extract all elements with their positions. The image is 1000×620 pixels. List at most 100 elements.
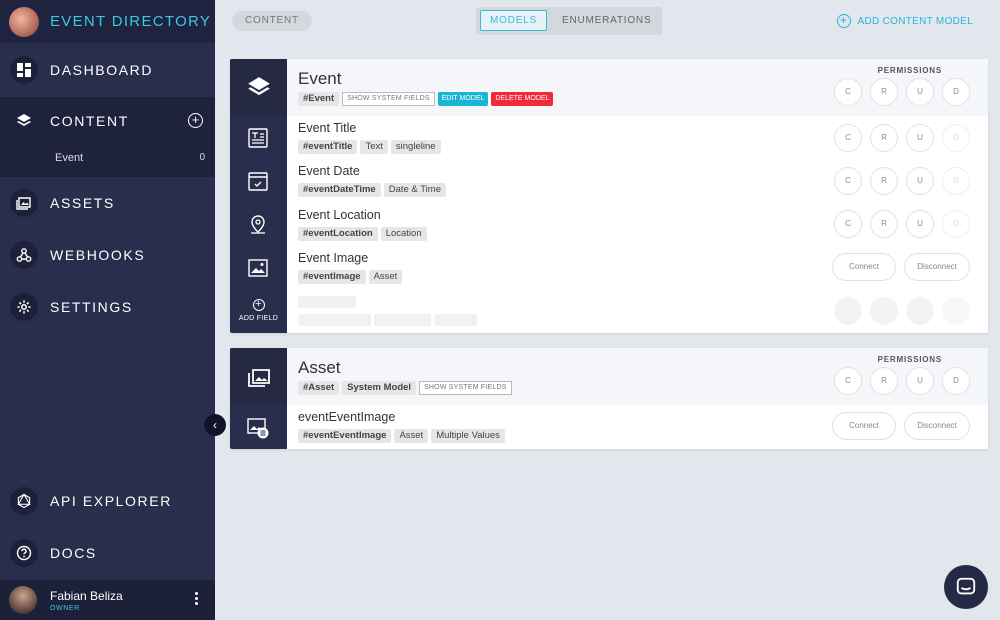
permission-create-toggle[interactable]: C: [834, 124, 862, 152]
permission-create-toggle[interactable]: C: [834, 210, 862, 238]
field-row[interactable]: eventEventImage #eventEventImage Asset M…: [287, 405, 988, 448]
avatar: [9, 586, 37, 614]
sidebar-item-settings[interactable]: SETTINGS: [0, 281, 215, 333]
field-row[interactable]: Event Image #eventImage Asset Connect Di…: [287, 246, 988, 289]
permissions-label: PERMISSIONS: [877, 66, 942, 75]
content-pill-button[interactable]: CONTENT: [232, 11, 312, 31]
field-placeholder-row: [287, 290, 988, 333]
model-title: Asset: [298, 358, 341, 377]
sidebar-item-api-explorer[interactable]: API EXPLORER: [0, 475, 215, 527]
placeholder-bar: [434, 314, 477, 326]
permission-read-toggle[interactable]: R: [870, 210, 898, 238]
sidebar-item-dashboard[interactable]: DASHBOARD: [0, 44, 215, 96]
model-tags: #Event SHOW SYSTEM FIELDS EDIT MODEL DEL…: [298, 92, 554, 106]
field-permissions: C R U D: [834, 210, 970, 238]
field-api-id: #eventLocation: [298, 227, 378, 241]
relation-actions: Connect Disconnect: [832, 253, 970, 281]
disconnect-button[interactable]: Disconnect: [904, 253, 970, 281]
model-header: Event #Event SHOW SYSTEM FIELDS EDIT MOD…: [287, 59, 988, 116]
model-card-asset: Asset #Asset System Model SHOW SYSTEM FI…: [230, 348, 988, 449]
view-switcher: MODELS ENUMERATIONS: [476, 7, 662, 35]
model-tags: #Asset System Model SHOW SYSTEM FIELDS: [298, 381, 512, 395]
plus-circle-icon: +: [836, 14, 851, 28]
permission-update-toggle[interactable]: U: [906, 210, 934, 238]
location-pin-icon: [247, 214, 269, 236]
layers-icon: [10, 107, 38, 135]
field-tags: #eventDateTime Date & Time: [298, 183, 446, 197]
field-api-id: #eventEventImage: [298, 429, 392, 443]
image-icon: [10, 189, 38, 217]
show-system-fields-button[interactable]: SHOW SYSTEM FIELDS: [419, 381, 512, 395]
user-role: OWNER: [50, 604, 80, 612]
add-field-button[interactable]: + ADD FIELD: [230, 299, 287, 323]
permission-create-toggle[interactable]: C: [834, 167, 862, 195]
more-vertical-icon[interactable]: [195, 592, 199, 607]
field-type-tag: singleline: [390, 140, 441, 154]
placeholder-bar: [298, 296, 356, 308]
field-permissions: C R U D: [834, 167, 970, 195]
field-api-id: #eventDateTime: [298, 183, 381, 197]
sidebar-item-webhooks[interactable]: WEBHOOKS: [0, 229, 215, 281]
help-icon: [10, 539, 38, 567]
field-row[interactable]: Event Location #eventLocation Location C…: [287, 203, 988, 246]
connect-button[interactable]: Connect: [832, 253, 896, 281]
sidebar-item-label: WEBHOOKS: [50, 247, 146, 263]
disconnect-button[interactable]: Disconnect: [904, 412, 970, 440]
add-content-model-label: ADD CONTENT MODEL: [857, 15, 973, 27]
top-bar: CONTENT MODELS ENUMERATIONS + ADD CONTEN…: [215, 0, 1000, 43]
permission-read-toggle[interactable]: R: [870, 124, 898, 152]
tab-models[interactable]: MODELS: [480, 10, 547, 31]
permission-update-toggle[interactable]: U: [906, 167, 934, 195]
user-profile[interactable]: Fabian Beliza OWNER: [0, 580, 215, 620]
model-api-id: #Asset: [298, 381, 340, 395]
permission-update-toggle[interactable]: U: [906, 124, 934, 152]
permission-update-toggle[interactable]: U: [906, 78, 934, 106]
sidebar-item-assets[interactable]: ASSETS: [0, 177, 215, 229]
calendar-icon: [247, 170, 269, 192]
add-field-label: ADD FIELD: [238, 315, 279, 322]
placeholder-bar: [374, 314, 431, 326]
delete-model-button[interactable]: DELETE MODEL: [491, 92, 554, 106]
permission-delete-toggle[interactable]: D: [942, 167, 970, 195]
gear-icon: [10, 293, 38, 321]
model-header: Asset #Asset System Model SHOW SYSTEM FI…: [287, 348, 988, 405]
sidebar-item-label: SETTINGS: [50, 299, 133, 315]
permission-create-toggle[interactable]: C: [834, 367, 862, 395]
field-row[interactable]: Event Title #eventTitle Text singleline …: [287, 116, 988, 159]
sidebar-item-label: ASSETS: [50, 195, 115, 211]
connect-button[interactable]: Connect: [832, 412, 896, 440]
field-type-tag: Date & Time: [383, 183, 446, 197]
sidebar-subitem-event[interactable]: Event: [55, 152, 83, 164]
sidebar-item-docs[interactable]: DOCS: [0, 527, 215, 579]
sidebar-item-label: CONTENT: [50, 113, 129, 129]
show-system-fields-button[interactable]: SHOW SYSTEM FIELDS: [342, 92, 435, 106]
permission-delete-toggle[interactable]: D: [942, 124, 970, 152]
add-content-model-button[interactable]: + ADD CONTENT MODEL: [836, 14, 973, 28]
sidebar-item-content[interactable]: CONTENT +: [0, 97, 215, 145]
field-type-tag: Asset: [394, 429, 429, 443]
permission-delete-toggle[interactable]: D: [942, 367, 970, 395]
permission-update-toggle[interactable]: U: [906, 367, 934, 395]
permission-read-toggle[interactable]: R: [870, 367, 898, 395]
sidebar-item-label: API EXPLORER: [50, 493, 172, 509]
permission-read-toggle[interactable]: R: [870, 78, 898, 106]
placeholder-permissions: [834, 297, 970, 325]
edit-model-button[interactable]: EDIT MODEL: [437, 92, 489, 106]
collapse-sidebar-button[interactable]: ‹: [204, 414, 226, 436]
permission-delete-toggle[interactable]: D: [942, 78, 970, 106]
tab-enumerations[interactable]: ENUMERATIONS: [562, 10, 651, 31]
placeholder-circle: [870, 297, 898, 325]
image-icon: [230, 348, 287, 405]
permission-delete-toggle[interactable]: D: [942, 210, 970, 238]
placeholder-circle: [942, 297, 970, 325]
sidebar-header[interactable]: EVENT DIRECTORY: [0, 0, 215, 43]
field-api-id: #eventTitle: [298, 140, 358, 154]
chat-launcher-button[interactable]: [944, 565, 988, 609]
add-model-plus-icon[interactable]: +: [188, 113, 203, 128]
permission-read-toggle[interactable]: R: [870, 167, 898, 195]
field-tags: #eventLocation Location: [298, 227, 427, 241]
field-row[interactable]: Event Date #eventDateTime Date & Time C …: [287, 159, 988, 202]
webhook-icon: [10, 241, 38, 269]
text-field-icon: [247, 127, 269, 149]
permission-create-toggle[interactable]: C: [834, 78, 862, 106]
